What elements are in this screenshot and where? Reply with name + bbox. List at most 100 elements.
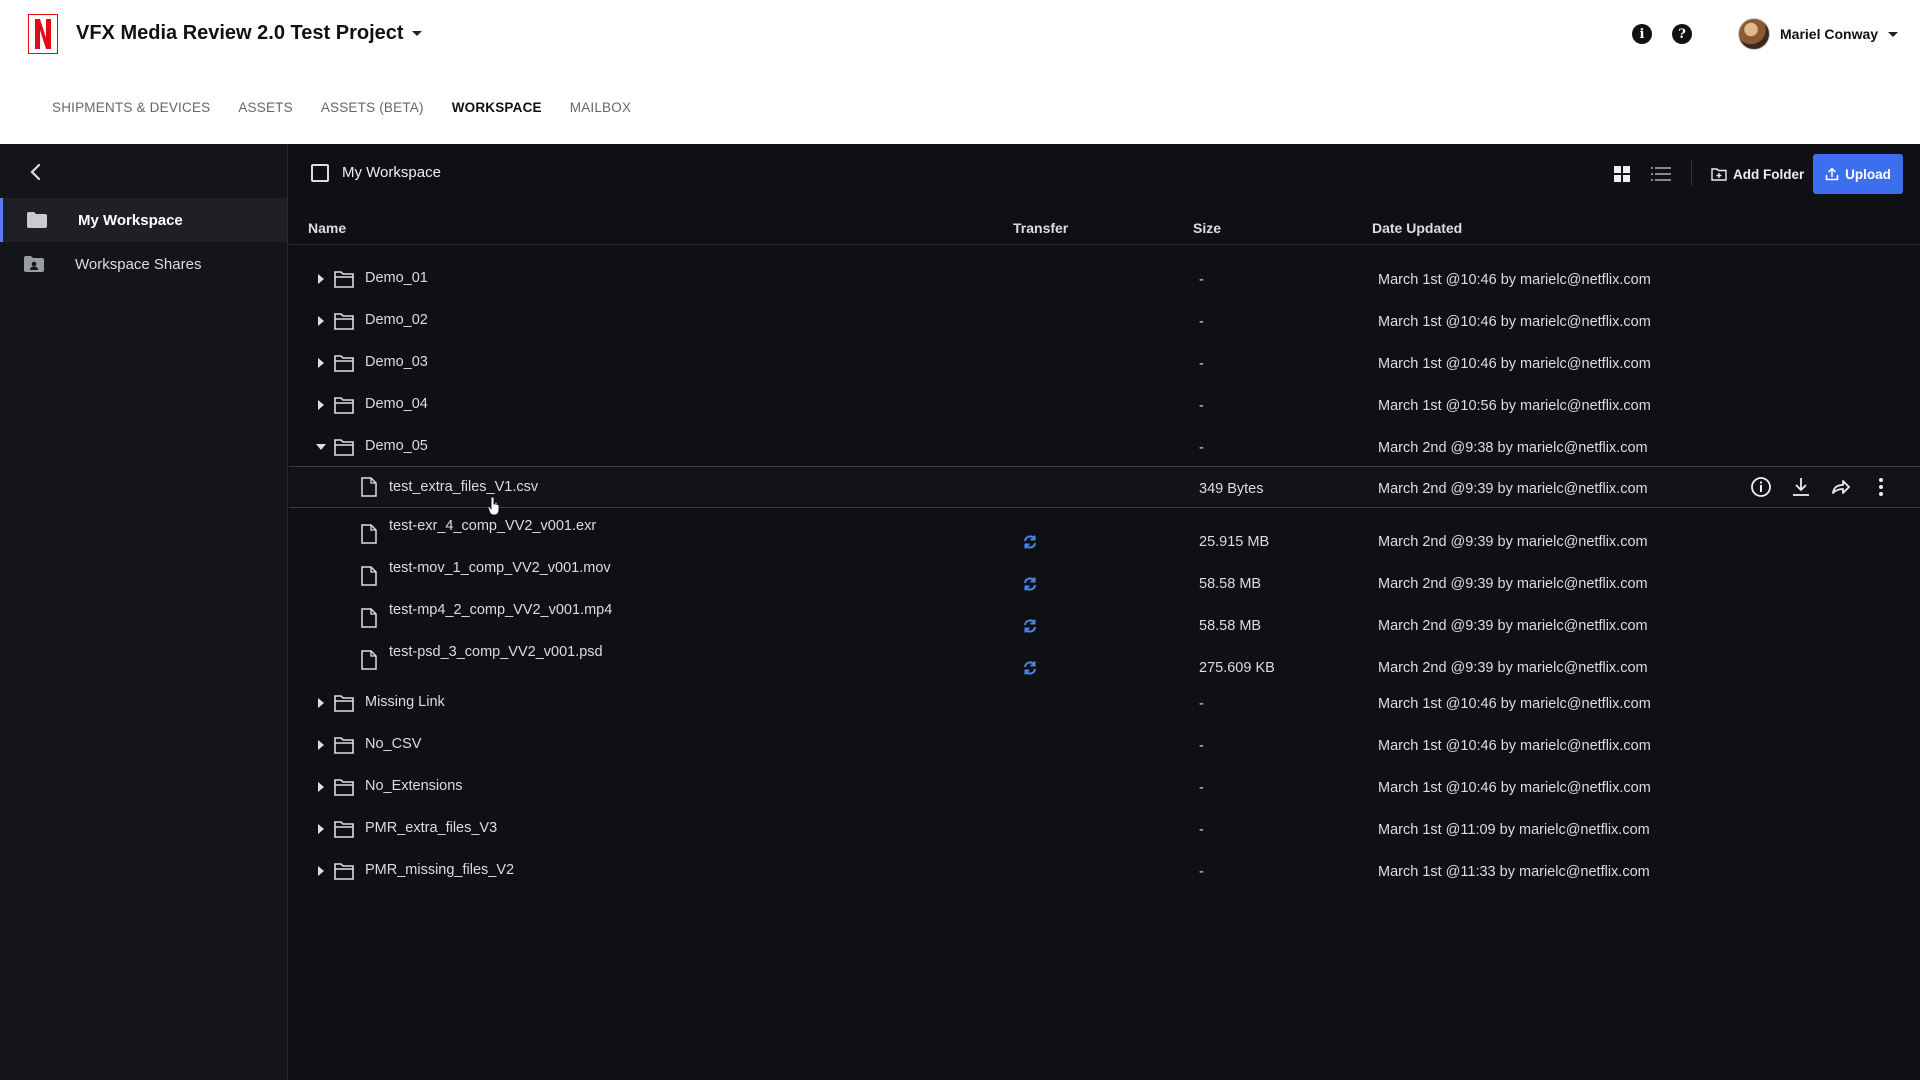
folder-row[interactable]: No_Extensions - March 1st @10:46 by mariel… xyxy=(289,766,1920,808)
caret-right-icon[interactable] xyxy=(316,274,326,284)
file-name[interactable]: test_extra_files_V1.csv xyxy=(389,479,538,495)
file-row[interactable]: test-mov_1_comp_VV2_v001.mov 58.58 MB Marc… xyxy=(289,556,1920,598)
caret-right-icon[interactable] xyxy=(316,866,326,876)
file-icon xyxy=(361,477,377,497)
caret-right-icon[interactable] xyxy=(316,358,326,368)
file-name[interactable]: test-psd_3_comp_VV2_v001.psd xyxy=(389,644,603,660)
size-cell: - xyxy=(1199,780,1204,796)
project-selector[interactable]: VFX Media Review 2.0 Test Project xyxy=(76,22,422,45)
nav-shipments-devices[interactable]: SHIPMENTS & DEVICES xyxy=(52,100,210,115)
date-updated-cell: March 1st @10:46 by marielc@netflix.com xyxy=(1378,738,1651,754)
file-name[interactable]: test-mp4_2_comp_VV2_v001.mp4 xyxy=(389,602,612,618)
header-divider xyxy=(289,244,1920,245)
help-icon[interactable]: ? xyxy=(1672,24,1692,44)
more-vertical-icon[interactable] xyxy=(1869,475,1893,499)
folder-row[interactable]: Demo_02 - March 1st @10:46 by marielc@netf… xyxy=(289,300,1920,342)
size-cell: - xyxy=(1199,738,1204,754)
upload-label: Upload xyxy=(1845,166,1891,182)
size-cell: 25.915 MB xyxy=(1199,534,1270,550)
select-all-checkbox[interactable] xyxy=(311,164,329,182)
folder-row[interactable]: Demo_01 - March 1st @10:46 by marielc@netf… xyxy=(289,258,1920,300)
folder-icon xyxy=(334,863,354,880)
date-updated-cell: March 2nd @9:39 by marielc@netflix.com xyxy=(1378,576,1648,592)
file-icon xyxy=(361,650,377,670)
size-cell: - xyxy=(1199,272,1204,288)
chevron-left-icon[interactable] xyxy=(24,160,48,184)
upload-icon xyxy=(1825,167,1839,181)
file-icon xyxy=(361,608,377,628)
size-cell: 58.58 MB xyxy=(1199,618,1262,634)
sidebar-item-label: My Workspace xyxy=(78,211,183,229)
nav-assets[interactable]: ASSETS xyxy=(238,100,292,115)
sidebar-item-my-workspace[interactable]: My Workspace xyxy=(0,198,287,242)
folder-icon xyxy=(334,355,354,372)
folder-name[interactable]: Demo_04 xyxy=(365,396,428,412)
folder-name[interactable]: Demo_02 xyxy=(365,312,428,328)
folder-icon xyxy=(334,737,354,754)
file-row[interactable]: test-mp4_2_comp_VV2_v001.mp4 58.58 MB Marc… xyxy=(289,598,1920,640)
folder-row[interactable]: No_CSV - March 1st @10:46 by marielc@netfl… xyxy=(289,724,1920,766)
size-cell: - xyxy=(1199,398,1204,414)
nav-mailbox[interactable]: MAILBOX xyxy=(570,100,631,115)
caret-down-icon[interactable] xyxy=(316,442,326,452)
file-row[interactable]: test_extra_files_V1.csv 349 Bytes March 2n… xyxy=(289,466,1920,508)
folder-icon xyxy=(334,779,354,796)
folder-icon xyxy=(27,212,47,228)
project-title: VFX Media Review 2.0 Test Project xyxy=(76,22,404,44)
share-icon[interactable] xyxy=(1829,475,1853,499)
file-name[interactable]: test-exr_4_comp_VV2_v001.exr xyxy=(389,518,596,534)
date-updated-cell: March 2nd @9:39 by marielc@netflix.com xyxy=(1378,618,1648,634)
folder-name[interactable]: No_Extensions xyxy=(365,778,463,794)
folder-row[interactable]: Missing Link - March 1st @10:46 by marielc… xyxy=(289,682,1920,724)
folder-row[interactable]: PMR_missing_files_V2 - March 1st @11:33 by… xyxy=(289,850,1920,892)
file-row[interactable]: test-psd_3_comp_VV2_v001.psd 275.609 KB Ma… xyxy=(289,640,1920,682)
folder-row[interactable]: Demo_05 - March 2nd @9:38 by marielc@netfl… xyxy=(289,426,1920,468)
file-icon xyxy=(361,566,377,586)
folder-name[interactable]: Demo_05 xyxy=(365,438,428,454)
upload-button[interactable]: Upload xyxy=(1813,154,1903,194)
folder-name[interactable]: No_CSV xyxy=(365,736,421,752)
download-icon[interactable] xyxy=(1789,475,1813,499)
size-cell: 275.609 KB xyxy=(1199,660,1275,676)
info-icon[interactable] xyxy=(1749,475,1773,499)
sidebar-item-label: Workspace Shares xyxy=(75,255,202,273)
nav-workspace[interactable]: WORKSPACE xyxy=(452,100,542,115)
folder-icon xyxy=(334,397,354,414)
folder-row[interactable]: Demo_04 - March 1st @10:56 by marielc@netf… xyxy=(289,384,1920,426)
folder-name[interactable]: PMR_missing_files_V2 xyxy=(365,862,514,878)
file-name[interactable]: test-mov_1_comp_VV2_v001.mov xyxy=(389,560,611,576)
info-icon[interactable]: i xyxy=(1632,24,1652,44)
user-menu[interactable]: Mariel Conway xyxy=(1738,18,1899,50)
column-header-size[interactable]: Size xyxy=(1193,220,1221,236)
caret-right-icon[interactable] xyxy=(316,316,326,326)
folder-name[interactable]: PMR_extra_files_V3 xyxy=(365,820,497,836)
netflix-logo[interactable] xyxy=(28,14,58,54)
caret-right-icon[interactable] xyxy=(316,740,326,750)
file-row[interactable]: test-exr_4_comp_VV2_v001.exr 25.915 MB Mar… xyxy=(289,514,1920,556)
sidebar: My Workspace Workspace Shares xyxy=(0,144,288,1080)
size-cell: 349 Bytes xyxy=(1199,481,1264,497)
date-updated-cell: March 1st @10:56 by marielc@netflix.com xyxy=(1378,398,1651,414)
caret-right-icon[interactable] xyxy=(316,400,326,410)
folder-row[interactable]: PMR_extra_files_V3 - March 1st @11:09 by m… xyxy=(289,808,1920,850)
grid-view-icon[interactable] xyxy=(1614,166,1630,182)
folder-icon xyxy=(334,271,354,288)
column-header-name[interactable]: Name xyxy=(308,220,346,236)
folder-name[interactable]: Missing Link xyxy=(365,694,445,710)
column-header-transfer[interactable]: Transfer xyxy=(1013,220,1068,236)
column-header-date-updated[interactable]: Date Updated xyxy=(1372,220,1462,236)
add-folder-button[interactable]: Add Folder xyxy=(1711,160,1804,188)
sync-icon xyxy=(1024,661,1036,675)
nav-assets-beta[interactable]: ASSETS (BETA) xyxy=(321,100,424,115)
list-view-icon[interactable] xyxy=(1651,166,1671,182)
folder-name[interactable]: Demo_01 xyxy=(365,270,428,286)
date-updated-cell: March 1st @10:46 by marielc@netflix.com xyxy=(1378,780,1651,796)
caret-right-icon[interactable] xyxy=(316,824,326,834)
mouse-cursor-icon xyxy=(487,496,500,516)
sidebar-item-workspace-shares[interactable]: Workspace Shares xyxy=(0,242,287,286)
caret-right-icon[interactable] xyxy=(316,698,326,708)
folder-row[interactable]: Demo_03 - March 1st @10:46 by marielc@netf… xyxy=(289,342,1920,384)
caret-right-icon[interactable] xyxy=(316,782,326,792)
size-cell: - xyxy=(1199,822,1204,838)
folder-name[interactable]: Demo_03 xyxy=(365,354,428,370)
